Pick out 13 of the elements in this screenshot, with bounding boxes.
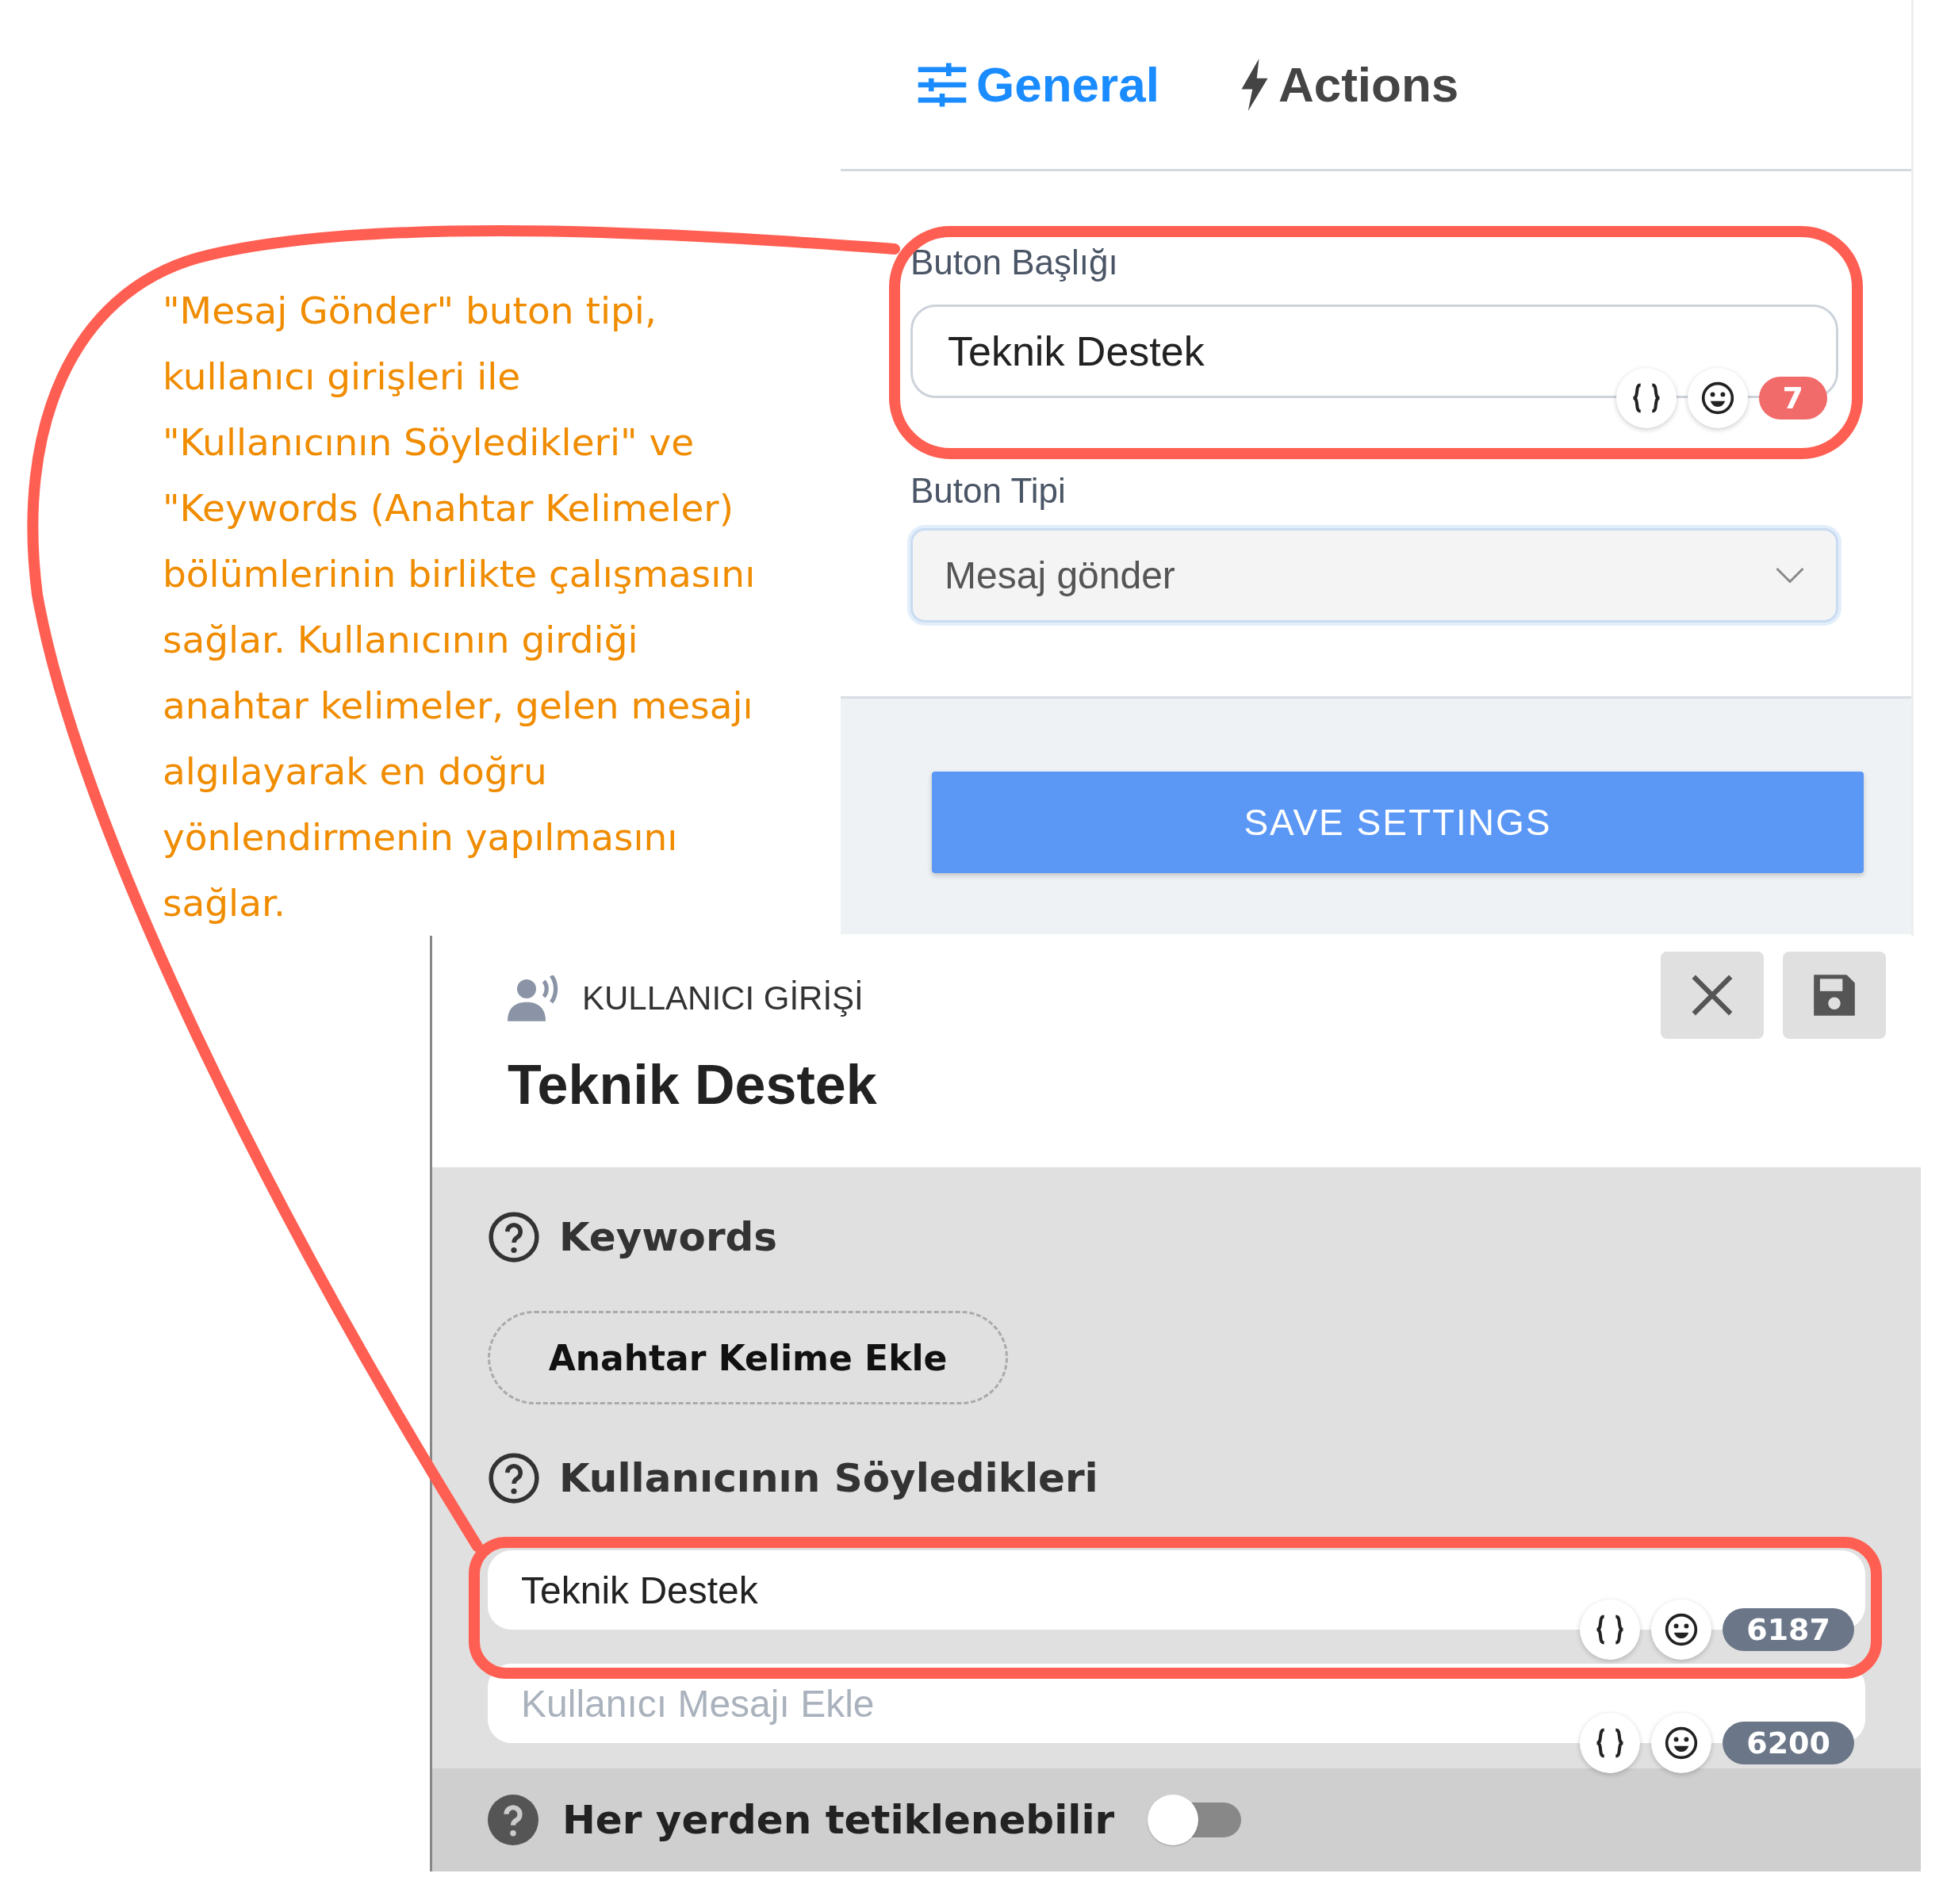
node-type-label: KULLANICI GİRİŞİ — [582, 979, 864, 1017]
tab[interactable]: Actions — [1238, 56, 1459, 113]
field-label: Buton Tipi — [910, 471, 1067, 511]
add-keyword-button[interactable]: Anahtar Kelime Ekle — [488, 1311, 1008, 1404]
field-label: Buton Başlığı — [910, 243, 1119, 283]
toggle-label: Her yerden tetiklenebilir — [562, 1797, 1115, 1843]
annotation-text: "Mesaj Gönder" buton tipi, kullanıcı girişleri ile "Kullanıcının Söyledikleri" ve "Keywords (Anahtar Kelimeler) bölümlerinin birlikte çalışmasını sağlar. Kullanıcının girdiği anahtar kelimeler, gelen mesajı algılayarak en doğru yönlendirmenin yapılmasını sağlar. — [163, 288, 757, 926]
character-count: 6187 — [1723, 1608, 1854, 1651]
character-count: 7 — [1758, 377, 1827, 419]
section-heading: Keywords — [559, 1214, 778, 1260]
section-heading: Kullanıcının Söyledikleri — [559, 1455, 1098, 1501]
character-count: 6200 — [1723, 1722, 1854, 1764]
node-title: Teknik Destek — [508, 1053, 878, 1117]
